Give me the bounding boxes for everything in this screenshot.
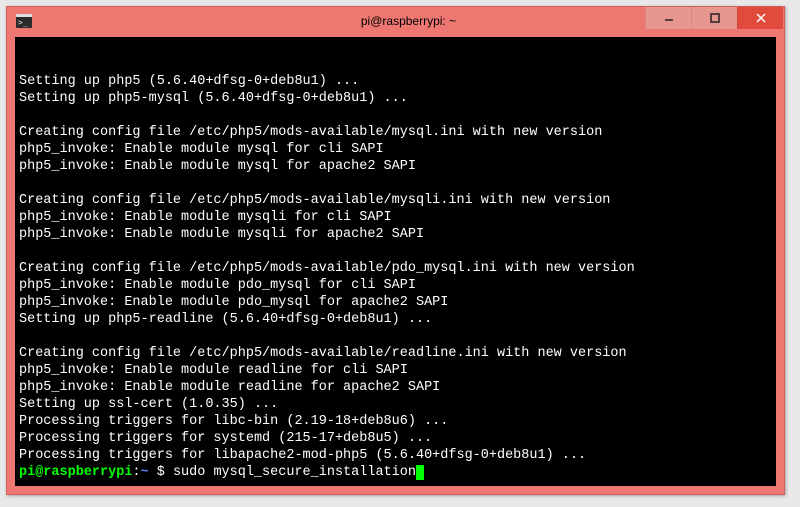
prompt-line: pi@raspberrypi:~ $ sudo mysql_secure_ins… [19,464,772,481]
cursor [416,465,424,480]
minimize-button[interactable] [645,7,691,29]
window-controls [645,7,783,29]
maximize-button[interactable] [691,7,737,29]
svg-text:>_: >_ [18,18,28,27]
close-icon [756,13,766,23]
terminal-body[interactable]: Setting up php5 (5.6.40+dfsg-0+deb8u1) .… [15,37,776,486]
prompt-symbol: $ [157,465,173,480]
maximize-icon [710,13,720,23]
prompt-user-host: pi@raspberrypi [19,465,132,480]
terminal-icon: >_ [15,12,33,30]
close-button[interactable] [737,7,783,29]
prompt-separator: : [132,465,140,480]
terminal-output: Setting up php5 (5.6.40+dfsg-0+deb8u1) .… [19,73,772,464]
prompt-command: sudo mysql_secure_installation [173,465,416,480]
minimize-icon [664,13,674,23]
prompt-path: ~ [141,465,157,480]
terminal-window: >_ pi@raspberrypi: ~ Setting up php5 (5.… [6,6,785,495]
titlebar[interactable]: >_ pi@raspberrypi: ~ [7,7,784,35]
